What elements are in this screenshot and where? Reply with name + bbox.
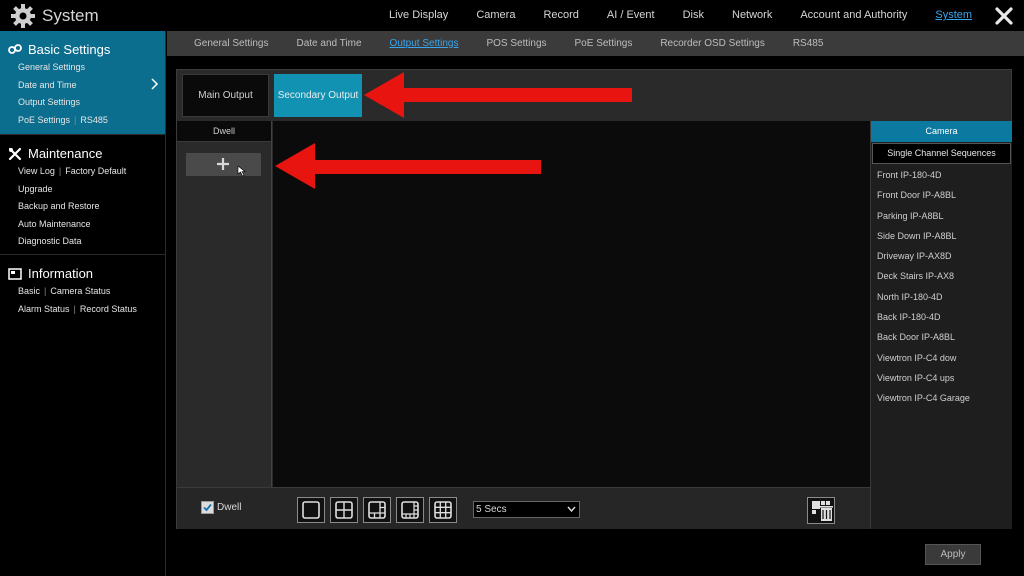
layout-single-icon bbox=[302, 501, 320, 519]
chevron-right-icon bbox=[151, 78, 159, 90]
sidebar-item-factory-default[interactable]: Factory Default bbox=[65, 166, 126, 176]
tab-recorder-osd-settings[interactable]: Recorder OSD Settings bbox=[646, 31, 779, 56]
sidebar-item-camera-status[interactable]: Camera Status bbox=[50, 286, 110, 296]
sidebar-item-date-time[interactable]: Date and Time bbox=[18, 77, 165, 95]
camera-list-item[interactable]: Viewtron IP-C4 Garage bbox=[871, 388, 1012, 408]
sidebar-group-title: Maintenance bbox=[28, 146, 103, 161]
grid-delete-icon bbox=[812, 501, 833, 521]
camera-list-item[interactable]: Front IP-180-4D bbox=[871, 165, 1012, 185]
single-channel-sequences-tab[interactable]: Single Channel Sequences bbox=[872, 143, 1011, 164]
nav-record[interactable]: Record bbox=[529, 0, 592, 31]
sidebar-item-record-status[interactable]: Record Status bbox=[80, 304, 137, 314]
dwell-checkbox-label: Dwell bbox=[217, 502, 242, 513]
camera-list-item[interactable]: Back Door IP-A8BL bbox=[871, 327, 1012, 347]
info-icon bbox=[8, 267, 22, 280]
nav-network[interactable]: Network bbox=[718, 0, 786, 31]
layout-six-icon bbox=[368, 501, 386, 519]
camera-list-item[interactable]: Side Down IP-A8BL bbox=[871, 226, 1012, 246]
camera-list: Front IP-180-4D Front Door IP-A8BL Parki… bbox=[871, 164, 1012, 409]
sidebar-row-log-default: View Log | Factory Default bbox=[18, 166, 127, 176]
secondary-output-button[interactable]: Secondary Output bbox=[274, 74, 362, 117]
layout-quad-icon bbox=[335, 501, 353, 519]
layout-1-button[interactable] bbox=[297, 497, 325, 523]
camera-panel: Camera Single Channel Sequences Front IP… bbox=[870, 121, 1012, 529]
dwell-column: Dwell bbox=[177, 121, 272, 487]
sidebar-item-upgrade[interactable]: Upgrade bbox=[18, 181, 165, 199]
add-dwell-button[interactable] bbox=[186, 153, 261, 176]
camera-list-item[interactable]: Driveway IP-AX8D bbox=[871, 246, 1012, 266]
tab-date-time[interactable]: Date and Time bbox=[283, 31, 376, 56]
sidebar-group-information[interactable]: Information Basic | Camera Status Alarm St… bbox=[0, 255, 165, 325]
tab-output-settings[interactable]: Output Settings bbox=[376, 31, 473, 56]
bottom-toolbar: Dwell 5 Secs bbox=[177, 487, 870, 529]
output-settings-panel: Main Output Secondary Output Dwell Camer… bbox=[176, 69, 1012, 529]
nav-disk[interactable]: Disk bbox=[669, 0, 718, 31]
layout-4-button[interactable] bbox=[330, 497, 358, 523]
camera-panel-header: Camera bbox=[871, 121, 1012, 142]
sidebar-item-backup-restore[interactable]: Backup and Restore bbox=[18, 198, 165, 216]
sidebar-item-output-settings[interactable]: Output Settings bbox=[18, 94, 165, 112]
gear-icon bbox=[11, 4, 35, 28]
layout-nine-icon bbox=[434, 501, 452, 519]
sidebar-group-maintenance[interactable]: Maintenance View Log | Factory Default Upg… bbox=[0, 135, 165, 255]
tab-poe-settings[interactable]: PoE Settings bbox=[561, 31, 647, 56]
nav-ai-event[interactable]: AI / Event bbox=[593, 0, 669, 31]
camera-list-item[interactable]: Parking IP-A8BL bbox=[871, 206, 1012, 226]
sidebar-item-auto-maintenance[interactable]: Auto Maintenance bbox=[18, 216, 165, 234]
top-nav: Live Display Camera Record AI / Event Di… bbox=[375, 0, 986, 31]
dwell-header: Dwell bbox=[177, 121, 271, 142]
tab-general-settings[interactable]: General Settings bbox=[167, 31, 283, 56]
camera-list-item[interactable]: Viewtron IP-C4 ups bbox=[871, 368, 1012, 388]
checkbox-checked-icon bbox=[201, 501, 214, 514]
sidebar-group-basic-settings[interactable]: Basic Settings General Settings Date and… bbox=[0, 31, 165, 135]
mouse-cursor-icon bbox=[237, 165, 246, 177]
sidebar-group-title: Basic Settings bbox=[28, 42, 111, 57]
layout-9-button[interactable] bbox=[429, 497, 457, 523]
sidebar-row-basic-camera: Basic | Camera Status bbox=[18, 286, 111, 296]
sidebar-item-view-log[interactable]: View Log bbox=[18, 166, 55, 176]
sidebar-row-poe-rs485: PoE Settings | RS485 bbox=[18, 114, 108, 125]
sidebar-item-rs485[interactable]: RS485 bbox=[80, 115, 108, 125]
nav-camera[interactable]: Camera bbox=[462, 0, 529, 31]
sidebar-item-alarm-status[interactable]: Alarm Status bbox=[18, 304, 70, 314]
camera-list-item[interactable]: Deck Stairs IP-AX8 bbox=[871, 266, 1012, 286]
layout-6-button[interactable] bbox=[363, 497, 391, 523]
sidebar: Basic Settings General Settings Date and… bbox=[0, 31, 166, 576]
dwell-interval-select[interactable]: 5 Secs bbox=[473, 501, 580, 518]
top-bar: System Live Display Camera Record AI / E… bbox=[0, 0, 1024, 31]
subtab-bar: General Settings Date and Time Output Se… bbox=[167, 31, 1024, 56]
sidebar-item-basic[interactable]: Basic bbox=[18, 286, 40, 296]
camera-list-item[interactable]: Back IP-180-4D bbox=[871, 307, 1012, 327]
camera-list-item[interactable]: Front Door IP-A8BL bbox=[871, 185, 1012, 205]
nav-account-authority[interactable]: Account and Authority bbox=[786, 0, 921, 31]
camera-list-item[interactable]: Viewtron IP-C4 dow bbox=[871, 348, 1012, 368]
sidebar-item-diagnostic-data[interactable]: Diagnostic Data bbox=[18, 233, 165, 251]
apply-button[interactable]: Apply bbox=[925, 544, 981, 565]
layout-8-button[interactable] bbox=[396, 497, 424, 523]
nav-system[interactable]: System bbox=[921, 0, 986, 31]
dwell-interval-value: 5 Secs bbox=[476, 504, 507, 515]
red-arrow-icon bbox=[364, 72, 632, 118]
chevron-down-icon bbox=[567, 506, 576, 512]
dwell-checkbox[interactable]: Dwell bbox=[201, 501, 241, 514]
sidebar-item-poe-settings[interactable]: PoE Settings bbox=[18, 115, 70, 125]
sidebar-item-general-settings[interactable]: General Settings bbox=[18, 59, 165, 77]
sidebar-group-title: Information bbox=[28, 266, 94, 281]
red-arrow-icon bbox=[275, 143, 541, 189]
app-title: System bbox=[42, 6, 99, 25]
layout-eight-icon bbox=[401, 501, 419, 519]
tools-icon bbox=[8, 147, 22, 160]
plus-icon bbox=[217, 158, 229, 170]
link-icon bbox=[8, 43, 22, 54]
close-icon[interactable] bbox=[993, 5, 1015, 27]
nav-live-display[interactable]: Live Display bbox=[375, 0, 462, 31]
main-output-button[interactable]: Main Output bbox=[182, 74, 269, 117]
camera-list-item[interactable]: North IP-180-4D bbox=[871, 287, 1012, 307]
clear-layout-button[interactable] bbox=[807, 497, 835, 524]
tab-rs485[interactable]: RS485 bbox=[779, 31, 838, 56]
tab-pos-settings[interactable]: POS Settings bbox=[472, 31, 560, 56]
sidebar-row-alarm-record: Alarm Status | Record Status bbox=[18, 303, 137, 314]
